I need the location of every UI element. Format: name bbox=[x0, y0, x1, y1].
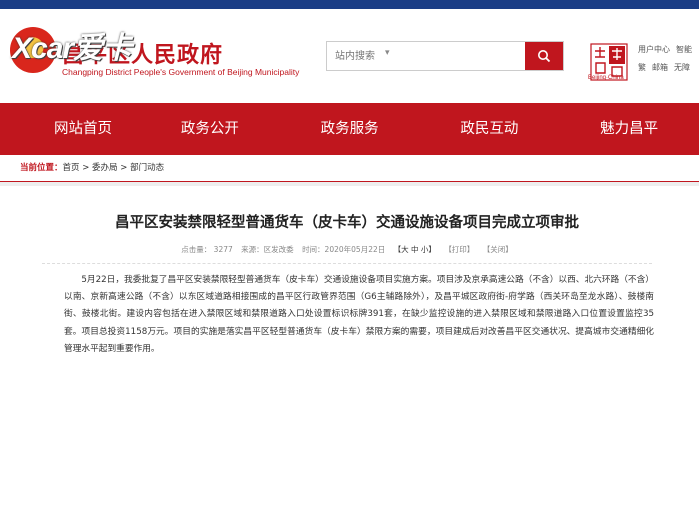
article-paragraph: 5月22日，我委批复了昌平区安装禁限轻型普通货车（皮卡车）交通设施设备项目实施方… bbox=[64, 275, 654, 354]
breadcrumb-divider bbox=[0, 181, 699, 186]
browser-page: ★ 昌平区人民政府 Changping District People's Go… bbox=[0, 9, 699, 525]
nav-item-government-affairs[interactable]: 政务公开 bbox=[140, 103, 280, 155]
breadcrumb-path[interactable]: 首页 > 委办局 > 部门动态 bbox=[63, 163, 165, 173]
national-emblem-icon: ★ bbox=[10, 27, 56, 73]
article-meta: 点击量： 3277 来源：区发改委 时间：2020年05月22日 【大 中 小】… bbox=[14, 244, 680, 255]
font-size-switch[interactable]: 【大 中 小】 bbox=[394, 245, 436, 254]
main-nav: 网站首页 政务公开 政务服务 政民互动 魅力昌平 bbox=[0, 103, 699, 155]
smart-link[interactable]: 智能 bbox=[676, 41, 692, 59]
top-links: 用户中心 智能 繁邮箱 无障 bbox=[638, 41, 698, 77]
search-input[interactable] bbox=[335, 48, 535, 64]
search-icon bbox=[538, 50, 551, 63]
accessibility-link[interactable]: 无障 bbox=[674, 59, 690, 77]
site-name[interactable]: 昌平区人民政府 bbox=[62, 37, 223, 69]
nav-item-services[interactable]: 政务服务 bbox=[280, 103, 420, 155]
seal-caption: Beijing·China bbox=[588, 75, 624, 81]
close-button[interactable]: 【关闭】 bbox=[483, 245, 513, 254]
article-source: 来源：区发改委 bbox=[241, 245, 294, 254]
chevron-down-icon[interactable]: ▾ bbox=[385, 48, 390, 58]
view-count: 点击量： 3277 bbox=[181, 245, 233, 254]
meta-divider bbox=[42, 263, 652, 264]
traditional-chinese-link[interactable]: 繁 bbox=[638, 59, 646, 77]
nav-item-home[interactable]: 网站首页 bbox=[0, 103, 140, 155]
mailbox-link[interactable]: 邮箱 bbox=[652, 59, 668, 77]
article: 昌平区安装禁限轻型普通货车（皮卡车）交通设施设备项目完成立项审批 点击量： 32… bbox=[14, 189, 680, 525]
article-body: 5月22日，我委批复了昌平区安装禁限轻型普通货车（皮卡车）交通设施设备项目实施方… bbox=[64, 272, 654, 358]
nav-item-interaction[interactable]: 政民互动 bbox=[420, 103, 560, 155]
breadcrumb: 当前位置：首页 > 委办局 > 部门动态 bbox=[20, 155, 699, 181]
search-box: ▾ bbox=[326, 41, 564, 71]
search-button[interactable] bbox=[525, 42, 563, 70]
nav-item-charm-changping[interactable]: 魅力昌平 bbox=[559, 103, 699, 155]
site-header: ★ 昌平区人民政府 Changping District People's Go… bbox=[0, 9, 699, 103]
site-name-english: Changping District People's Government o… bbox=[62, 67, 300, 77]
publish-time: 时间：2020年05月22日 bbox=[302, 245, 386, 254]
breadcrumb-lead: 当前位置： bbox=[20, 163, 63, 173]
print-button[interactable]: 【打印】 bbox=[444, 245, 474, 254]
article-title: 昌平区安装禁限轻型普通货车（皮卡车）交通设施设备项目完成立项审批 bbox=[115, 215, 579, 231]
user-center-link[interactable]: 用户中心 bbox=[638, 41, 670, 59]
